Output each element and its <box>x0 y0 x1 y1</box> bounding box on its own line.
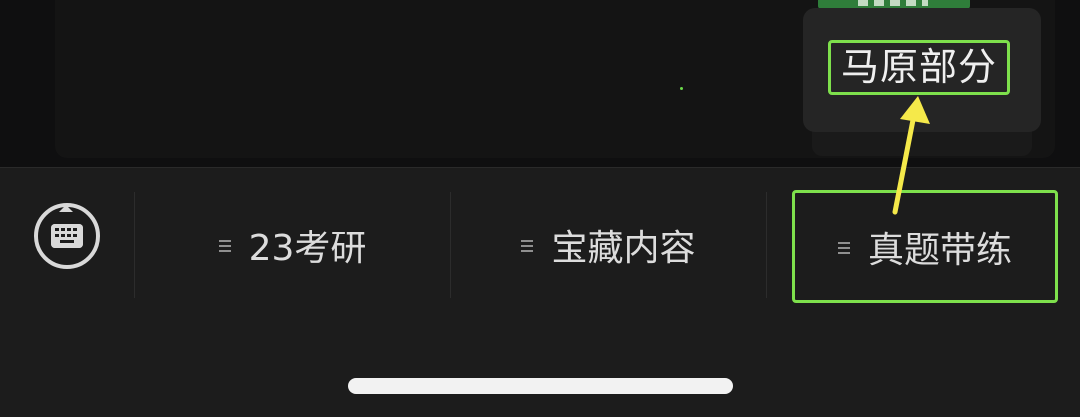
screen: 马原部分 23考研 宝藏内容 真题带练 <box>0 0 1080 417</box>
home-indicator[interactable] <box>348 378 733 394</box>
annotation-arrow-icon <box>892 96 930 215</box>
